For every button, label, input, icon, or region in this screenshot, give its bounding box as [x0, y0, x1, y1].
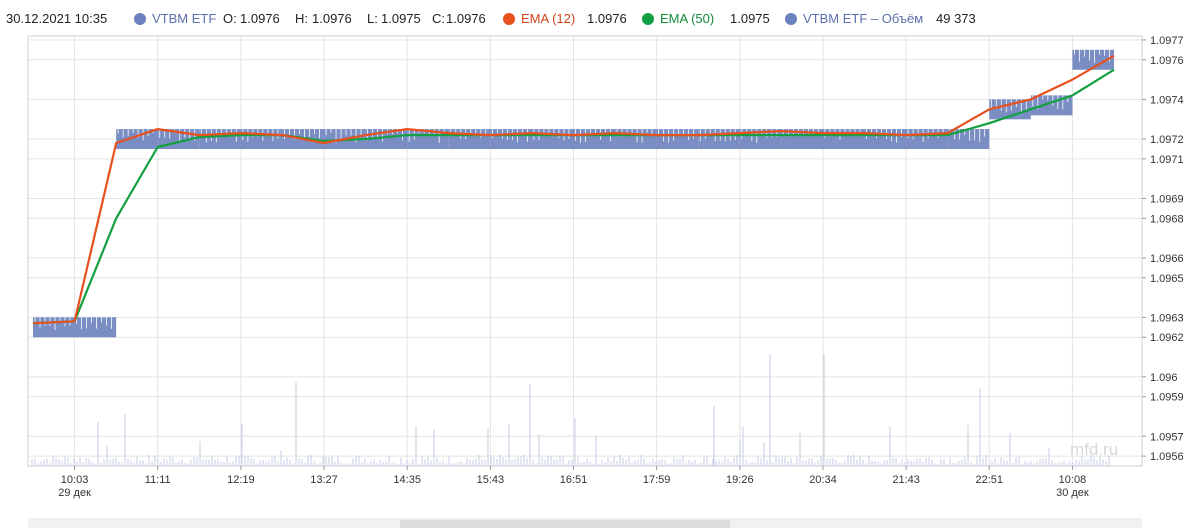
- price-bar: [906, 129, 948, 150]
- price-bar: [74, 317, 117, 338]
- price-bar: [864, 129, 907, 150]
- y-tick-label: 1.0966: [1150, 253, 1184, 265]
- y-tick-label: 1.0956: [1150, 451, 1184, 463]
- x-tick-label: 10:03: [61, 474, 89, 486]
- x-date-label: 30 дек: [1056, 487, 1089, 499]
- y-tick-label: 1.0976: [1150, 55, 1184, 67]
- watermark: mfd.ru: [1070, 440, 1118, 459]
- volume-bars: [31, 354, 1110, 466]
- x-tick-label: 11:11: [145, 474, 171, 486]
- plot-area-frame: [27, 35, 1143, 467]
- x-tick-label: 12:19: [227, 474, 255, 486]
- y-tick-label: 1.0957: [1150, 431, 1184, 443]
- y-tick-label: 1.0971: [1150, 154, 1184, 166]
- price-bar: [531, 129, 574, 150]
- y-tick-label: 1.0963: [1150, 312, 1184, 324]
- x-tick-label: 13:27: [310, 474, 338, 486]
- price-bar: [698, 129, 740, 150]
- price-bar: [199, 129, 241, 150]
- y-tick-label: 1.0962: [1150, 332, 1184, 344]
- y-tick-label: 1.0965: [1150, 273, 1184, 285]
- x-tick-label: 21:43: [892, 474, 920, 486]
- y-tick-label: 1.0977: [1150, 35, 1184, 47]
- price-bar: [947, 129, 990, 150]
- x-tick-label: 17:59: [643, 474, 671, 486]
- price-bar: [615, 129, 657, 150]
- price-chart[interactable]: 1.0977 1.0976 1.0974 1.0972 1.0971 1.0969 1.09…: [0, 0, 1200, 528]
- price-bar: [448, 129, 491, 150]
- price-bar: [573, 129, 616, 150]
- x-tick-label: 22:51: [976, 474, 1004, 486]
- time-scrollbar-thumb: [400, 520, 730, 528]
- x-tick-label: 20:34: [809, 474, 837, 486]
- x-tick-label: 14:35: [393, 474, 421, 486]
- y-tick-label: 1.0969: [1150, 193, 1184, 205]
- x-tick-label: 15:43: [477, 474, 505, 486]
- price-bar: [33, 317, 75, 338]
- price-bar: [240, 129, 283, 150]
- y-tick-label: 1.0972: [1150, 134, 1184, 146]
- price-bar: [656, 129, 699, 150]
- grid-lines: [27, 35, 1143, 467]
- x-tick-label: 10:08: [1059, 474, 1087, 486]
- price-bar: [490, 129, 532, 150]
- y-tick-label: 1.0959: [1150, 392, 1184, 404]
- x-tick-label: 16:51: [560, 474, 588, 486]
- x-date-label: 29 дек: [58, 487, 91, 499]
- y-tick-label: 1.0974: [1150, 94, 1184, 106]
- y-tick-label: 1.096: [1150, 372, 1178, 384]
- x-tick-label: 19:26: [726, 474, 754, 486]
- y-tick-label: 1.0968: [1150, 213, 1184, 225]
